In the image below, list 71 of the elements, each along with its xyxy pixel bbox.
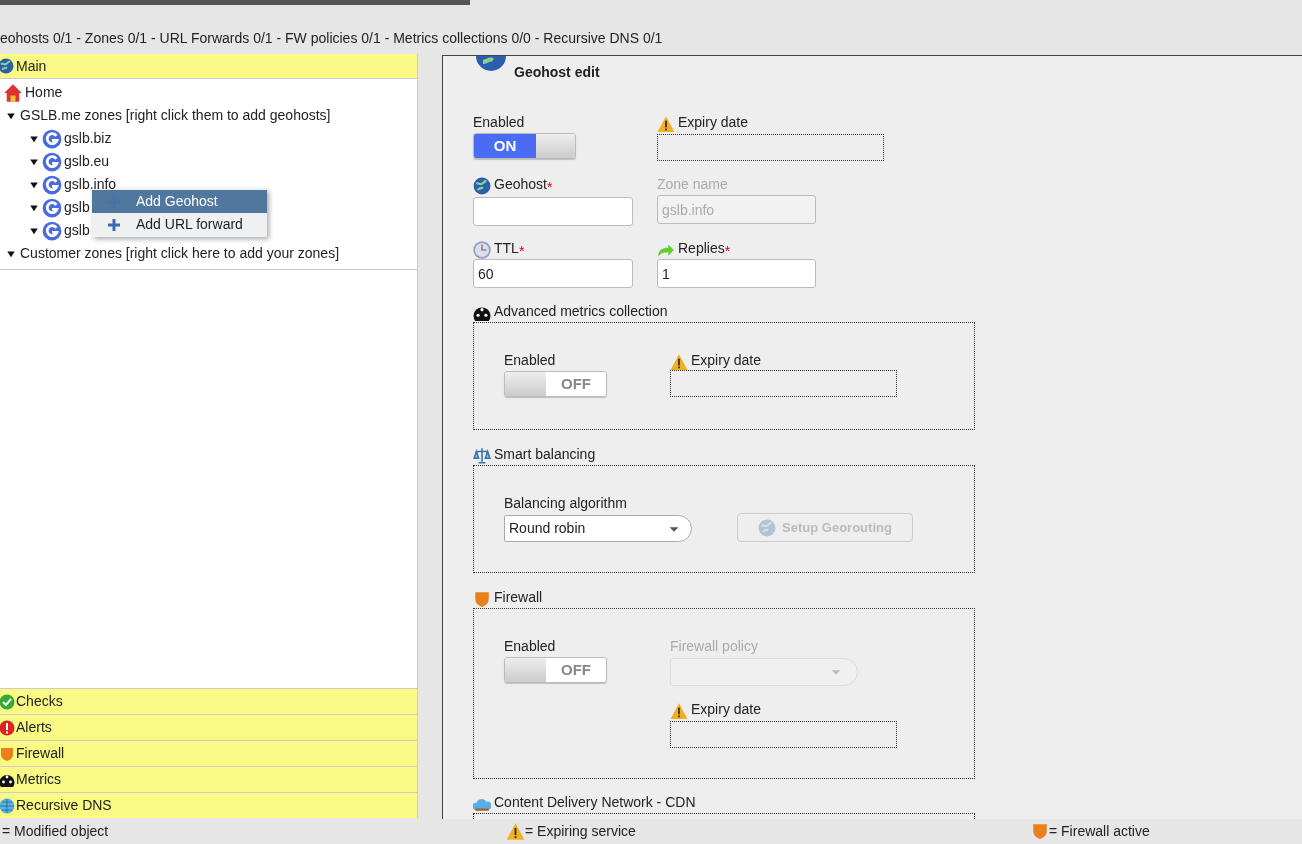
accordion-header[interactable]: Metrics — [0, 766, 417, 792]
g-logo-icon — [42, 197, 62, 218]
warning-icon — [657, 115, 675, 133]
stats-line: eohosts 0/1 - Zones 0/1 - URL Forwards 0/1 - FW policies 0/1 - Metrics collections 0/0 - Recursive DNS 0/1 — [0, 28, 663, 48]
globe-icon — [0, 797, 15, 814]
date-field[interactable] — [657, 134, 884, 161]
toggle-switch[interactable]: OFF — [504, 371, 607, 397]
tree-item[interactable]: GSLB.me zones [right click them to add geohosts] — [20, 105, 331, 126]
field-label: Balancing algorithm — [504, 494, 627, 513]
warning-icon — [506, 821, 525, 841]
required-mark: * — [518, 242, 525, 261]
field-label: Enabled — [473, 113, 525, 132]
legend-text: = Expiring service — [525, 821, 636, 841]
accordion-header[interactable]: Recursive DNS — [0, 792, 417, 818]
globe-icon — [758, 518, 777, 537]
scales-icon — [473, 447, 491, 465]
tree-item[interactable]: Customer zones [right click here to add your zones] — [20, 243, 340, 264]
field-label: Content Delivery Network - CDN — [494, 793, 696, 812]
field-label: TTL — [494, 239, 519, 258]
accordion-header[interactable]: Main — [0, 54, 417, 79]
clock-icon — [473, 241, 491, 259]
tree-item[interactable]: gslb.biz — [64, 128, 112, 149]
globe-icon — [473, 177, 491, 195]
field-label: Expiry date — [691, 700, 762, 719]
legend-text: = Firewall active — [1049, 821, 1150, 841]
field-label: Zone name — [657, 175, 728, 194]
toggle-switch[interactable]: ON — [473, 133, 576, 159]
speedometer-icon — [473, 304, 491, 322]
field-label: Expiry date — [678, 113, 749, 132]
checkmark-icon — [0, 693, 15, 710]
accordion-header[interactable]: Firewall — [0, 740, 417, 766]
plus-icon — [106, 216, 122, 233]
menu-item[interactable]: Add Geohost — [92, 190, 267, 213]
input-field[interactable]: 60 — [473, 259, 633, 288]
home-icon — [3, 82, 23, 103]
required-mark: * — [724, 243, 731, 261]
g-logo-icon — [42, 174, 62, 195]
shield-icon — [0, 745, 15, 762]
g-logo-icon — [42, 128, 62, 149]
warning-icon — [670, 702, 688, 720]
field-label: Advanced metrics collection — [494, 302, 668, 321]
input-field[interactable] — [473, 197, 633, 226]
menu-item[interactable]: Add URL forward — [92, 213, 267, 236]
input-field[interactable]: 1 — [657, 259, 816, 288]
toggle-switch[interactable]: OFF — [504, 657, 607, 683]
warning-icon — [670, 353, 688, 371]
required-mark: * — [546, 179, 553, 197]
date-field[interactable] — [670, 370, 897, 397]
tree-item[interactable]: gslb — [64, 197, 90, 218]
field-label: Enabled — [504, 637, 556, 656]
tree-item[interactable]: Home — [25, 82, 63, 103]
alert-icon — [0, 719, 15, 736]
accordion-header[interactable]: Alerts — [0, 714, 417, 740]
select-field[interactable]: Round robin — [504, 515, 692, 542]
shield-icon — [473, 590, 491, 608]
field-label: Geohost — [494, 175, 547, 194]
g-logo-icon — [42, 151, 62, 172]
field-label: Expiry date — [691, 351, 762, 370]
g-logo-icon — [42, 220, 62, 241]
field-label: Smart balancing — [494, 445, 596, 464]
globe-icon — [0, 58, 14, 74]
date-field[interactable] — [670, 721, 897, 748]
field-label: Enabled — [504, 351, 556, 370]
field-label: Firewall — [494, 588, 543, 607]
legend-text: = Modified object — [2, 821, 109, 841]
field-label: Firewall policy — [670, 637, 758, 656]
accordion-header[interactable]: Checks — [0, 688, 417, 714]
field-label: Replies — [678, 239, 725, 258]
tree-item[interactable]: gslb.eu — [64, 151, 110, 172]
shield-icon — [1031, 822, 1049, 840]
tree-item[interactable]: gslb — [64, 220, 90, 241]
